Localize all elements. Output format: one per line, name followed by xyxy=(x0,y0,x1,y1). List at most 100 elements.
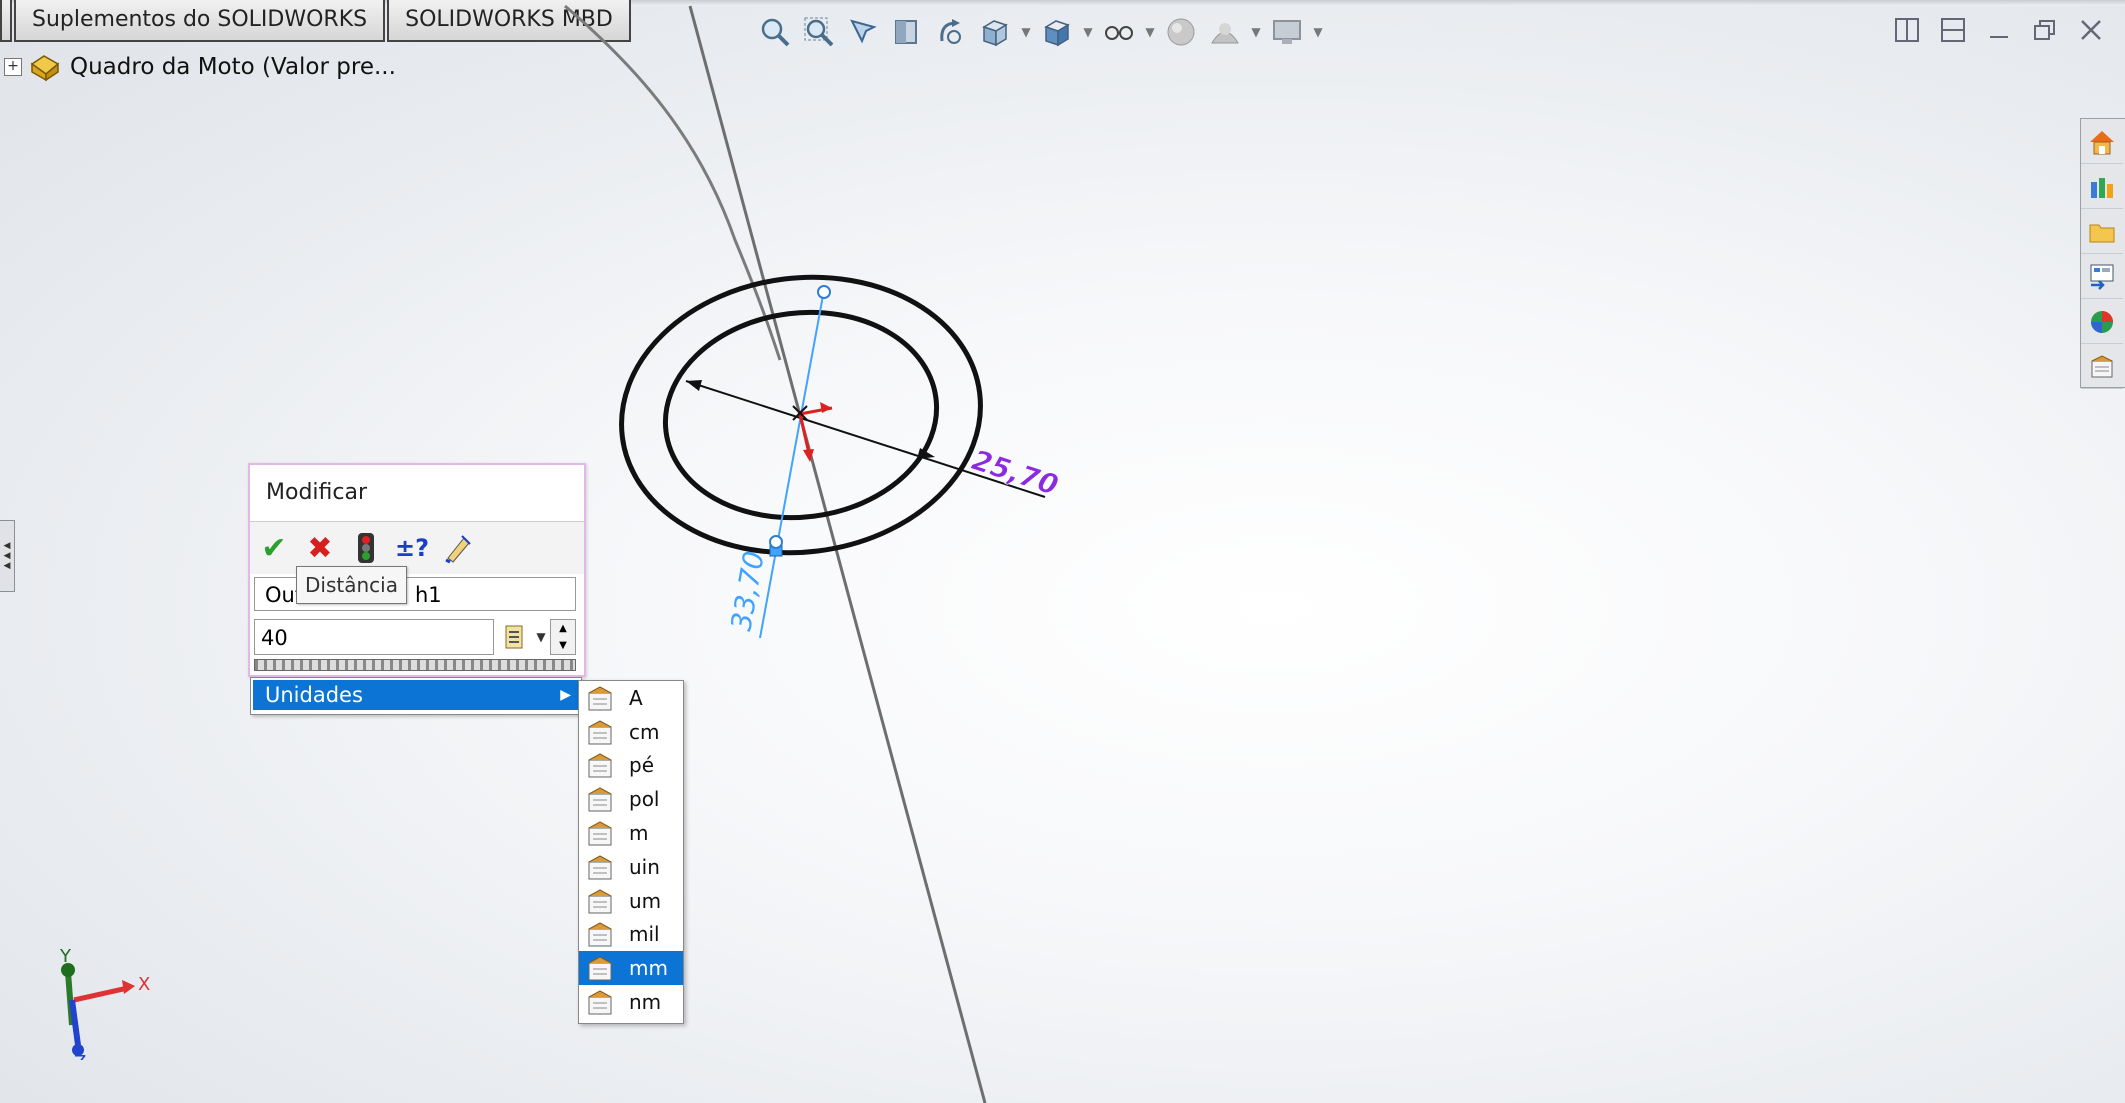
tab-previous[interactable] xyxy=(0,0,12,42)
view-palette-icon[interactable] xyxy=(2081,256,2123,299)
unit-icon xyxy=(585,784,629,814)
dimension-line-diameter xyxy=(685,380,1046,498)
unit-item-4[interactable]: m xyxy=(579,816,683,850)
triad-x-label: X xyxy=(138,974,150,995)
view-orientation-icon[interactable] xyxy=(975,12,1015,52)
value-spinner[interactable]: ▲ ▼ xyxy=(550,619,576,655)
view-settings-icon[interactable] xyxy=(1267,12,1307,52)
tooltip: Distância xyxy=(296,566,407,604)
check-icon[interactable]: ✔ xyxy=(254,528,294,568)
submenu-arrow-icon: ▶ xyxy=(560,687,571,703)
close-icon[interactable] xyxy=(2071,10,2111,50)
spin-up-icon[interactable]: ▲ xyxy=(559,623,567,634)
inner-circle xyxy=(662,309,940,521)
unit-item-2[interactable]: pé xyxy=(579,749,683,783)
unit-icon xyxy=(585,750,629,780)
chevron-left-icon: ◀ xyxy=(3,541,11,551)
spin-down-icon[interactable]: ▼ xyxy=(559,640,567,651)
dynamic-annotation-icon[interactable] xyxy=(931,12,971,52)
modify-dialog-title: Modificar xyxy=(250,465,584,522)
unit-label: pol xyxy=(629,787,660,812)
part-name: Quadro da Moto (Valor pre... xyxy=(70,54,396,80)
unit-item-7[interactable]: mil xyxy=(579,918,683,952)
previous-view-icon[interactable] xyxy=(843,12,883,52)
sketch-curve xyxy=(564,4,782,361)
dimension-name-right: h1 xyxy=(415,583,442,607)
task-pane-tabs xyxy=(2080,118,2125,389)
unit-label: mm xyxy=(629,956,668,981)
dimension-value-input[interactable]: 40 xyxy=(254,619,494,655)
display-style-icon[interactable] xyxy=(1037,12,1077,52)
unit-item-0[interactable]: A xyxy=(579,681,683,715)
unit-label: pé xyxy=(629,753,654,778)
tab-solidworks-addins[interactable]: Suplementos do SOLIDWORKS xyxy=(14,0,386,42)
context-menu: Unidades ▶ xyxy=(250,677,582,715)
unit-item-6[interactable]: um xyxy=(579,884,683,918)
file-explorer-icon[interactable] xyxy=(2081,211,2123,254)
zoom-to-fit-icon[interactable] xyxy=(755,12,795,52)
unit-icon xyxy=(585,919,629,949)
unit-icon xyxy=(585,886,629,916)
spin-increment-icon[interactable] xyxy=(496,619,532,655)
unit-item-3[interactable]: pol xyxy=(579,782,683,816)
unit-item-9[interactable]: nm xyxy=(579,985,683,1019)
tile-vertical-icon[interactable] xyxy=(1933,10,1973,50)
design-library-icon[interactable] xyxy=(2081,166,2123,209)
display-style-dropdown[interactable]: ▼ xyxy=(1081,12,1095,52)
feature-tree-root[interactable]: + Quadro da Moto (Valor pre... xyxy=(4,50,396,84)
outer-circle xyxy=(619,274,983,556)
restore-icon[interactable] xyxy=(2025,10,2065,50)
custom-properties-icon[interactable] xyxy=(2081,346,2123,389)
tolerance-icon[interactable]: ±? xyxy=(392,528,432,568)
cancel-x-icon[interactable]: ✖ xyxy=(300,528,340,568)
part-icon xyxy=(30,55,60,82)
rebuild-icon[interactable] xyxy=(346,528,386,568)
unit-icon xyxy=(585,717,629,747)
dimension-label-purple: 25,70 xyxy=(968,443,1062,502)
unit-item-8[interactable]: mm xyxy=(579,951,683,986)
reference-triad: Y X Z xyxy=(59,946,150,1060)
apply-scene-dropdown[interactable]: ▼ xyxy=(1249,12,1263,52)
unit-icon xyxy=(585,852,629,882)
command-manager-tabs: Suplementos do SOLIDWORKS SOLIDWORKS MBD xyxy=(0,0,633,44)
menu-item-units[interactable]: Unidades ▶ xyxy=(253,680,579,710)
unit-icon xyxy=(585,987,629,1017)
tab-solidworks-mbd[interactable]: SOLIDWORKS MBD xyxy=(387,0,631,42)
feature-manager-collapse-handle[interactable]: ◀ ◀ ◀ xyxy=(0,520,15,592)
dimension-label-blue: 33,70 xyxy=(724,549,770,634)
unit-label: um xyxy=(629,888,662,913)
mark-dimension-icon[interactable] xyxy=(438,528,478,568)
unit-item-1[interactable]: cm xyxy=(579,715,683,749)
thumbwheel[interactable] xyxy=(254,659,576,671)
zoom-to-area-icon[interactable] xyxy=(799,12,839,52)
minimize-icon[interactable] xyxy=(1979,10,2019,50)
heads-up-view-toolbar: ▼ ▼ ▼ ▼ ▼ xyxy=(755,10,1325,54)
unit-icon xyxy=(585,953,629,983)
units-submenu: Acm pé pol m uin um mil mm nm xyxy=(578,680,684,1024)
value-dropdown-caret[interactable]: ▼ xyxy=(532,619,550,655)
appearances-icon[interactable] xyxy=(2081,301,2123,344)
view-settings-dropdown[interactable]: ▼ xyxy=(1311,12,1325,52)
unit-label: mil xyxy=(629,922,660,947)
unit-label: m xyxy=(629,821,649,846)
view-orientation-dropdown[interactable]: ▼ xyxy=(1019,12,1033,52)
apply-scene-icon[interactable] xyxy=(1205,12,1245,52)
tile-horizontal-icon[interactable] xyxy=(1887,10,1927,50)
tree-expand-toggle[interactable]: + xyxy=(4,58,22,76)
unit-label: nm xyxy=(629,990,662,1015)
solidworks-resources-icon[interactable] xyxy=(2081,121,2123,164)
chevron-left-icon: ◀ xyxy=(3,551,11,561)
hide-show-dropdown[interactable]: ▼ xyxy=(1143,12,1157,52)
edit-appearance-icon[interactable] xyxy=(1161,12,1201,52)
triad-z-label: Z xyxy=(74,1052,86,1060)
menu-item-units-label: Unidades xyxy=(265,683,363,707)
hide-show-items-icon[interactable] xyxy=(1099,12,1139,52)
dimension-line-outer xyxy=(759,289,825,639)
sketch-line xyxy=(688,5,987,1103)
triad-y-label: Y xyxy=(59,946,72,967)
unit-icon xyxy=(585,818,629,848)
unit-item-5[interactable]: uin xyxy=(579,850,683,884)
unit-label: uin xyxy=(629,854,660,879)
section-view-icon[interactable] xyxy=(887,12,927,52)
unit-label: cm xyxy=(629,719,660,744)
